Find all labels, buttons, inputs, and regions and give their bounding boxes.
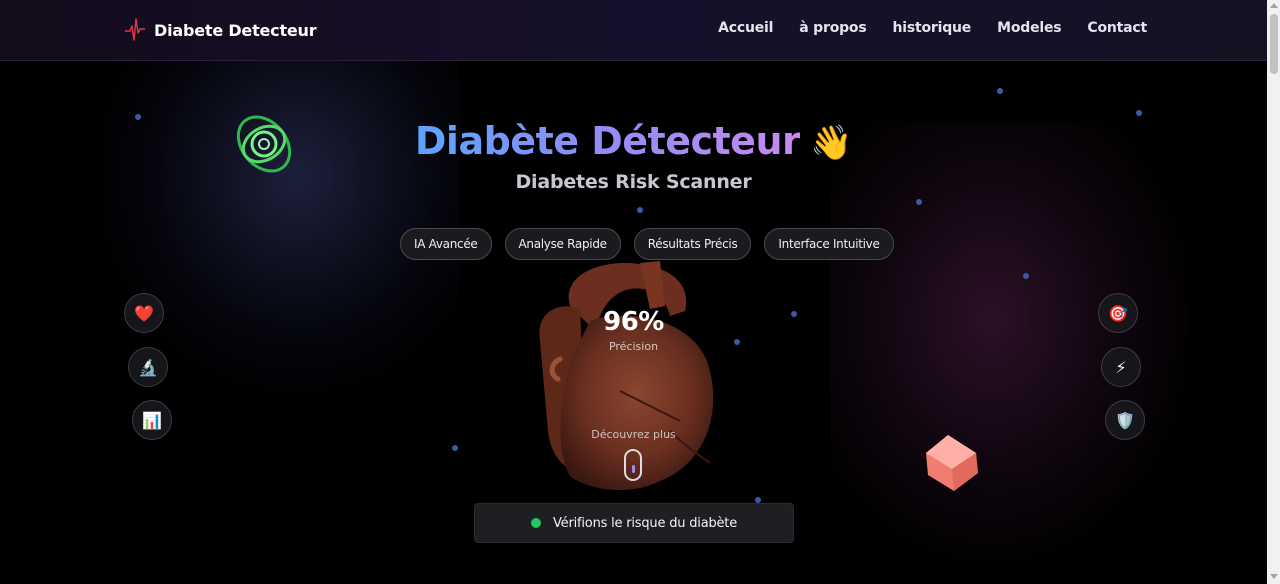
heart-icon[interactable]: ❤️ — [124, 293, 164, 333]
shield-icon[interactable]: 🛡️ — [1105, 400, 1145, 440]
check-risk-label: Vérifions le risque du diabète — [552, 515, 738, 531]
nav-link-a-propos[interactable]: à propos — [799, 20, 866, 36]
heart-3d-model — [539, 261, 714, 491]
feature-chip: IA Avancée — [400, 228, 492, 260]
status-dot-icon — [530, 518, 541, 528]
heartbeat-icon — [125, 18, 145, 41]
feature-chip: Interface Intuitive — [764, 228, 894, 260]
scrollbar[interactable] — [1267, 0, 1280, 584]
precision-stat-value: 96% — [603, 307, 664, 337]
particle-dot — [452, 445, 458, 451]
nav-links: Accueil à propos historique Modeles Cont… — [718, 20, 1147, 36]
nav-link-historique[interactable]: historique — [893, 20, 972, 36]
lightning-icon[interactable]: ⚡ — [1101, 347, 1141, 387]
chart-icon[interactable]: 📊 — [132, 400, 172, 440]
waving-hand-icon: 👋 — [810, 123, 853, 163]
hero-title-text: Diabète Détecteur — [414, 119, 801, 163]
scroll-mouse-icon[interactable] — [624, 449, 642, 481]
nav-link-contact[interactable]: Contact — [1087, 20, 1147, 36]
hero-section: Diabète Détecteur 👋 Diabetes Risk Scanner… — [0, 61, 1267, 584]
particle-dot — [637, 207, 643, 213]
particle-dot — [997, 88, 1003, 94]
hero-subtitle: Diabetes Risk Scanner — [515, 171, 752, 193]
particle-dot — [1136, 110, 1142, 116]
navbar: Diabete Detecteur Accueil à propos histo… — [0, 0, 1267, 61]
target-icon[interactable]: 🎯 — [1098, 293, 1138, 333]
particle-dot — [1023, 273, 1029, 279]
hero-title: Diabète Détecteur 👋 — [0, 119, 1267, 163]
mouse-wheel — [632, 465, 635, 473]
check-risk-button[interactable]: Vérifions le risque du diabète — [474, 503, 794, 543]
brand-name: Diabete Detecteur — [154, 20, 317, 40]
scrollbar-thumb[interactable] — [1270, 14, 1278, 74]
scroll-down-icon[interactable] — [1270, 574, 1278, 579]
nav-link-modeles[interactable]: Modeles — [997, 20, 1061, 36]
nav-link-accueil[interactable]: Accueil — [718, 20, 773, 36]
scroll-up-icon[interactable] — [1270, 3, 1278, 8]
discover-more-label: Découvrez plus — [591, 428, 676, 441]
particle-dot — [916, 199, 922, 205]
microscope-icon[interactable]: 🔬 — [128, 347, 168, 387]
precision-stat-label: Précision — [608, 340, 659, 353]
cube-3d-icon — [926, 435, 978, 491]
brand[interactable]: Diabete Detecteur — [124, 14, 317, 46]
